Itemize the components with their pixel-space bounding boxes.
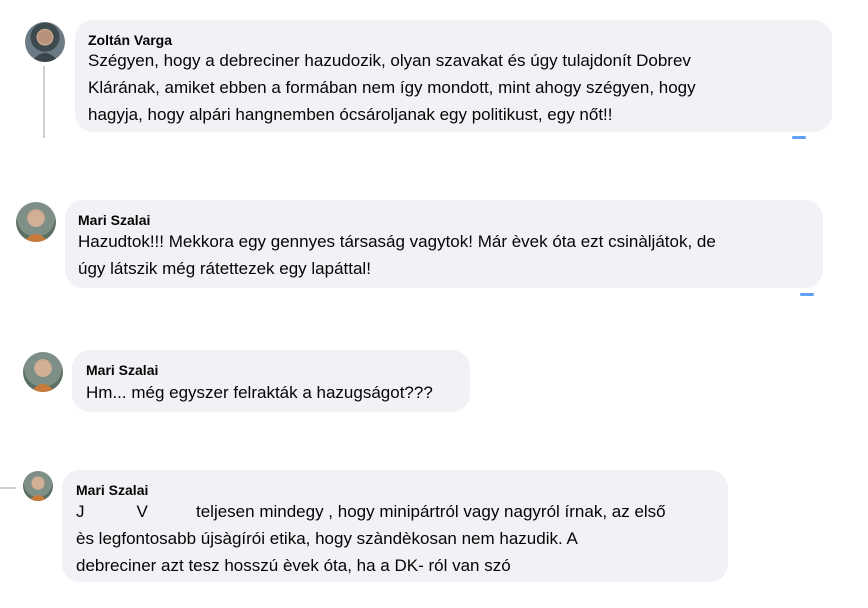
user-avatar-icon[interactable] [25, 22, 65, 62]
mention-initial: V [136, 502, 148, 521]
comment-text-line: ès legfontosabb újsàgírói etika, hogy sz… [76, 529, 578, 548]
comment-text-line: hagyja, hogy alpári hangnemben ócsárolja… [88, 105, 613, 124]
redacted-name [85, 499, 137, 524]
user-avatar-icon[interactable] [23, 352, 63, 392]
reaction-icon[interactable] [792, 136, 806, 139]
reaction-icon[interactable] [800, 293, 814, 296]
thread-line [43, 66, 45, 138]
comment-text-line: teljesen mindegy , hogy minipártról vagy… [196, 502, 666, 521]
comment-text-line: úgy látszik még rátettezek egy lapáttal! [78, 259, 371, 278]
comment-text-line: Hazudtok!!! Mekkora egy gennyes társaság… [78, 232, 716, 251]
comment-text-line: debreciner azt tesz hosszú èvek óta, ha … [76, 556, 511, 575]
mention-initial: J [76, 502, 85, 521]
redacted-name [148, 499, 192, 524]
comment-text-line: Szégyen, hogy a debreciner hazudozik, ol… [88, 51, 691, 70]
comment-author[interactable]: Mari Szalai [76, 482, 148, 498]
user-avatar-icon[interactable] [16, 202, 56, 242]
comment-author[interactable]: Mari Szalai [78, 212, 150, 228]
mention-link[interactable]: J V [76, 499, 192, 524]
user-avatar-icon[interactable] [23, 471, 53, 501]
comment-text-line: Hm... még egyszer felrakták a hazugságot… [86, 383, 433, 402]
comment-author[interactable]: Zoltán Varga [88, 32, 172, 48]
comment-text-line: Klárának, amiket ebben a formában nem íg… [88, 78, 696, 97]
thread-line [0, 487, 16, 489]
comment-author[interactable]: Mari Szalai [86, 362, 158, 378]
